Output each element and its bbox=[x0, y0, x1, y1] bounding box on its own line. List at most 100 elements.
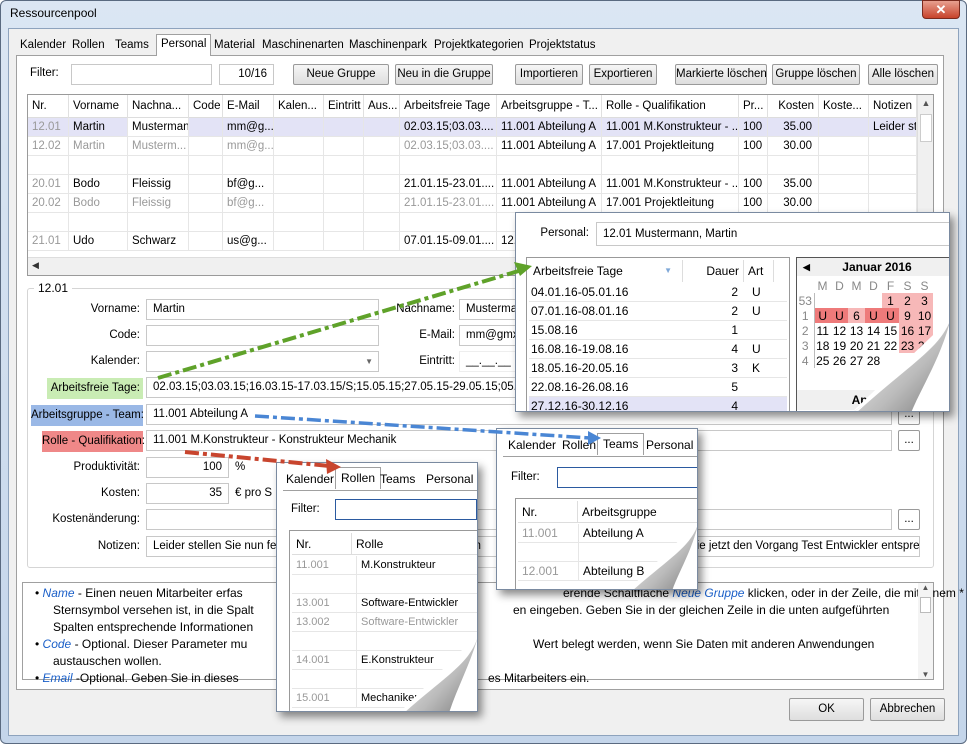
col-header[interactable]: Notizen bbox=[869, 95, 917, 118]
calendar-day[interactable]: 12 bbox=[831, 323, 848, 338]
col-header[interactable]: E-Mail bbox=[223, 95, 274, 118]
neue-gruppe-button[interactable]: Neue Gruppe bbox=[293, 64, 389, 85]
list-item[interactable]: 04.01.16-05.01.16 2 U bbox=[529, 283, 787, 302]
tab-projektstatus[interactable]: Projektstatus bbox=[525, 36, 599, 56]
col-header[interactable]: Nachna... bbox=[128, 95, 189, 118]
calendar-day[interactable] bbox=[814, 293, 831, 308]
tab-personal[interactable]: Personal bbox=[641, 435, 697, 455]
teams-filter-input[interactable] bbox=[557, 467, 697, 488]
calendar-day[interactable]: 11 bbox=[814, 323, 831, 338]
col-header[interactable]: Nr. bbox=[28, 95, 69, 118]
col-header[interactable]: Kosten bbox=[768, 95, 819, 118]
col-header[interactable]: Koste... bbox=[819, 95, 869, 118]
scroll-down-icon[interactable]: ▼ bbox=[918, 670, 933, 679]
tab-teams[interactable]: Teams bbox=[111, 36, 153, 56]
tab-rollen[interactable]: Rollen bbox=[557, 435, 601, 455]
list-item[interactable]: 11.001 M.Konstrukteur bbox=[292, 556, 477, 575]
prev-month-icon[interactable]: ◀ bbox=[803, 258, 810, 276]
calendar-day[interactable] bbox=[831, 293, 848, 308]
col-header[interactable]: Eintritt bbox=[324, 95, 364, 118]
scroll-thumb[interactable] bbox=[920, 597, 931, 613]
table-row[interactable]: 20.02 Bodo Fleissig bf@g... 21.01.15-23.01..… bbox=[28, 194, 917, 213]
markierte-loeschen-button[interactable]: Markierte löschen bbox=[675, 64, 767, 85]
col-header[interactable]: Arbeitsfreie Tage bbox=[400, 95, 497, 118]
rollen-filter-input[interactable] bbox=[335, 499, 477, 520]
list-item[interactable]: 15.08.16 1 bbox=[529, 321, 787, 340]
list-item[interactable]: 16.08.16-19.08.16 4 U bbox=[529, 340, 787, 359]
calendar-day[interactable]: 18 bbox=[814, 338, 831, 353]
col-header[interactable]: Rolle - Qualifikation bbox=[602, 95, 739, 118]
calendar-day[interactable] bbox=[865, 293, 882, 308]
importieren-button[interactable]: Importieren bbox=[515, 64, 583, 85]
list-item[interactable] bbox=[292, 575, 477, 594]
calendar-day[interactable]: 1 bbox=[882, 293, 899, 308]
vorname-field[interactable]: Martin bbox=[146, 299, 379, 320]
calendar-day[interactable]: 2 bbox=[899, 293, 916, 308]
table-row[interactable]: 12.02 Martin Musterm... mm@g... 02.03.15;03.… bbox=[28, 137, 917, 156]
tab-personal[interactable]: Personal bbox=[156, 34, 212, 56]
tab-maschinenpark[interactable]: Maschinenpark bbox=[345, 36, 431, 56]
ok-button[interactable]: OK bbox=[789, 698, 864, 721]
tab-projektkategorien[interactable]: Projektkategorien bbox=[430, 36, 528, 56]
col-header-arbeitsgruppe[interactable]: Arbeitsgruppe bbox=[578, 501, 697, 523]
tab-kalender[interactable]: Kalender bbox=[16, 36, 70, 56]
alle-loeschen-button[interactable]: Alle löschen bbox=[868, 64, 938, 85]
tab-teams[interactable]: Teams bbox=[597, 433, 645, 455]
col-header[interactable]: Code bbox=[189, 95, 223, 118]
tab-teams[interactable]: Teams bbox=[375, 469, 420, 489]
gruppe-loeschen-button[interactable]: Gruppe löschen bbox=[772, 64, 860, 85]
tab-kalender[interactable]: Kalender bbox=[281, 469, 339, 489]
tab-rollen[interactable]: Rollen bbox=[68, 36, 109, 56]
col-header-arbeitsfreie[interactable]: Arbeitsfreie Tage ▼ bbox=[531, 260, 683, 282]
tab-maschinenarten[interactable]: Maschinenarten bbox=[258, 36, 348, 56]
calendar-day[interactable]: U bbox=[814, 308, 831, 323]
neu-in-gruppe-button[interactable]: Neu in die Gruppe bbox=[395, 64, 493, 85]
help-keyword[interactable]: Name bbox=[43, 586, 75, 600]
kostenaenderung-browse-button[interactable]: ... bbox=[898, 509, 920, 530]
calendar-day[interactable]: 25 bbox=[814, 353, 831, 368]
col-header[interactable]: Kalen... bbox=[274, 95, 324, 118]
code-field[interactable] bbox=[146, 325, 379, 346]
calendar-day[interactable]: 3 bbox=[916, 293, 933, 308]
calendar-day[interactable]: 26 bbox=[831, 353, 848, 368]
col-header[interactable]: Vorname bbox=[69, 95, 128, 118]
table-row[interactable]: 12.01MartinMustermann mm@g... 02.03.15;03.… bbox=[28, 118, 917, 137]
table-row[interactable]: 20.01 Bodo Fleissig bf@g... 21.01.15-23.01..… bbox=[28, 175, 917, 194]
list-item[interactable]: 07.01.16-08.01.16 2 U bbox=[529, 302, 787, 321]
filter-input[interactable] bbox=[71, 64, 212, 85]
scroll-up-icon[interactable]: ▲ bbox=[918, 583, 933, 597]
col-header-rolle[interactable]: Rolle bbox=[352, 533, 477, 555]
tab-material[interactable]: Material bbox=[210, 36, 259, 56]
help-scrollbar[interactable]: ▲ ▼ bbox=[918, 583, 933, 679]
tab-personal[interactable]: Personal bbox=[421, 469, 477, 489]
list-item[interactable]: 27.12.16-30.12.16 4 bbox=[529, 397, 787, 411]
col-header[interactable]: Pr... bbox=[739, 95, 768, 118]
kalender-dropdown[interactable]: ▼ bbox=[146, 351, 379, 372]
list-item[interactable]: 22.08.16-26.08.16 5 bbox=[529, 378, 787, 397]
rolle-browse-button[interactable]: ... bbox=[898, 430, 920, 451]
tab-kalender[interactable]: Kalender bbox=[503, 435, 561, 455]
col-header-nr[interactable]: Nr. bbox=[518, 501, 578, 523]
exportieren-button[interactable]: Exportieren bbox=[589, 64, 657, 85]
col-header-dauer[interactable]: Dauer bbox=[684, 260, 744, 282]
scroll-thumb[interactable] bbox=[920, 114, 932, 142]
col-header-nr[interactable]: Nr. bbox=[292, 533, 352, 555]
calendar-day[interactable]: 19 bbox=[831, 338, 848, 353]
produktivitaet-field[interactable]: 100 bbox=[146, 457, 229, 478]
abbrechen-button[interactable]: Abbrechen bbox=[870, 698, 945, 721]
personal-field[interactable]: 12.01 Mustermann, Martin bbox=[596, 222, 949, 246]
help-keyword[interactable]: Code bbox=[43, 637, 72, 651]
kosten-field[interactable]: 35 bbox=[146, 483, 229, 504]
list-item[interactable]: 13.002 Software-Entwickler bbox=[292, 613, 477, 632]
table-row[interactable] bbox=[28, 156, 917, 175]
list-item[interactable]: 18.05.16-20.05.16 3 K bbox=[529, 359, 787, 378]
calendar-day[interactable]: U bbox=[831, 308, 848, 323]
col-header[interactable]: Arbeitsgruppe - T... bbox=[497, 95, 602, 118]
close-button[interactable]: ✕ bbox=[922, 0, 960, 19]
col-header-art[interactable]: Art bbox=[744, 260, 774, 282]
list-item[interactable]: 13.001 Software-Entwickler bbox=[292, 594, 477, 613]
scroll-up-icon[interactable]: ▲ bbox=[918, 95, 933, 112]
calendar-day[interactable] bbox=[848, 293, 865, 308]
help-keyword[interactable]: Email bbox=[43, 671, 73, 685]
col-header[interactable]: Aus... bbox=[364, 95, 400, 118]
